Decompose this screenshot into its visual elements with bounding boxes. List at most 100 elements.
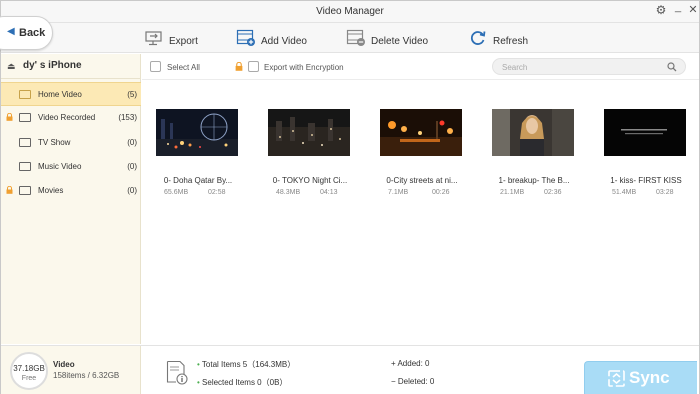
video-card[interactable]: 1- kiss- FIRST KISS 51.4MB 03:28 <box>590 109 700 199</box>
sidebar-item-tv-show[interactable]: TV Show (0) <box>1 131 141 155</box>
sidebar-item-label: TV Show <box>38 138 71 147</box>
total-items-text: Total Items 5（164.3MB） <box>201 360 296 369</box>
delete-video-label: Delete Video <box>371 36 429 47</box>
back-label: Back <box>19 27 46 39</box>
deleted-count: − Deleted: 0 <box>391 377 434 386</box>
export-icon <box>144 29 164 47</box>
movies-icon <box>19 186 31 195</box>
lock-icon <box>6 186 13 194</box>
sidebar-item-label: Music Video <box>38 162 82 171</box>
video-title: 1- kiss- FIRST KISS <box>610 176 682 185</box>
video-size: 48.3MB <box>276 189 301 196</box>
video-title: 0-City streets at ni... <box>386 176 458 185</box>
back-arrow-icon: ◀ <box>7 26 15 37</box>
select-all-checkbox[interactable] <box>150 61 161 72</box>
tv-show-icon <box>19 138 31 147</box>
back-button[interactable]: ◀ Back <box>0 16 53 50</box>
select-all-label: Select All <box>167 63 200 72</box>
info-document-icon <box>166 360 188 385</box>
sidebar-item-count: (5) <box>127 90 137 99</box>
storage-ring: 37.18GB Free <box>10 352 48 390</box>
video-size: 21.1MB <box>500 189 525 196</box>
video-card[interactable]: 0- Doha Qatar By... 65.6MB 02:58 <box>142 109 254 199</box>
sidebar-item-count: (153) <box>118 113 137 122</box>
status-dot-icon: • <box>197 360 200 369</box>
device-name: dy' s iPhone <box>23 60 82 71</box>
home-video-icon <box>19 90 31 99</box>
add-video-icon <box>236 29 256 47</box>
refresh-label: Refresh <box>493 36 529 47</box>
device-header[interactable]: ⏏ dy' s iPhone <box>1 54 141 79</box>
sidebar-item-video-recorded[interactable]: Video Recorded (153) <box>1 106 141 130</box>
plus-icon: + <box>391 359 396 368</box>
sync-button[interactable]: Sync <box>584 361 697 394</box>
sidebar-item-home-video[interactable]: Home Video (5) <box>1 82 141 106</box>
add-video-label: Add Video <box>261 36 307 47</box>
sync-label: Sync <box>629 368 670 387</box>
eject-icon[interactable]: ⏏ <box>7 61 16 72</box>
video-title: 0- Doha Qatar By... <box>163 176 233 185</box>
sidebar-item-label: Video Recorded <box>38 113 96 122</box>
storage-free-label: Free <box>21 375 37 382</box>
storage-panel: 37.18GB Free Video 158items / 6.32GB <box>1 346 141 394</box>
sidebar-item-count: (0) <box>127 186 137 195</box>
video-duration: 03:28 <box>656 189 674 196</box>
storage-free-value: 37.18GB <box>13 364 45 373</box>
video-thumbnail[interactable] <box>268 109 350 156</box>
sidebar-item-music-video[interactable]: Music Video (0) <box>1 155 141 179</box>
sidebar-item-count: (0) <box>127 162 137 171</box>
video-title: 1- breakup- The B... <box>498 176 570 185</box>
search-icon[interactable] <box>667 62 677 72</box>
refresh-button[interactable]: Refresh <box>468 26 528 50</box>
video-duration: 00:26 <box>432 189 450 196</box>
lock-icon <box>6 113 13 121</box>
export-button[interactable]: Export <box>144 26 198 50</box>
video-card[interactable]: 0-City streets at ni... 7.1MB 00:26 <box>366 109 478 199</box>
sidebar-item-movies[interactable]: Movies (0) <box>1 179 141 203</box>
music-video-icon <box>19 162 31 171</box>
sidebar: ⏏ dy' s iPhone Home Video (5) Video Reco… <box>1 54 141 344</box>
video-card[interactable]: 1- breakup- The B... 21.1MB 02:36 <box>478 109 590 199</box>
sync-icon <box>608 370 625 387</box>
lock-icon <box>235 62 243 71</box>
added-count: + Added: 0 <box>391 359 429 368</box>
total-items: • Total Items 5（164.3MB） <box>197 359 295 370</box>
add-video-button[interactable]: Add Video <box>236 26 307 50</box>
app-window: Video Manager ⚙ _ ✕ Export Add Video Del… <box>0 0 700 394</box>
selected-items-text: Selected Items 0（0B） <box>202 378 288 387</box>
search-input[interactable]: Search <box>492 58 686 75</box>
export-label: Export <box>169 36 198 47</box>
status-footer: 37.18GB Free Video 158items / 6.32GB • T… <box>1 345 699 394</box>
export-encryption-checkbox[interactable] <box>248 61 259 72</box>
video-grid: 0- Doha Qatar By... 65.6MB 02:58 0- TOKY… <box>142 81 699 344</box>
action-bar: Select All Export with Encryption Search <box>142 54 699 80</box>
close-icon[interactable]: ✕ <box>687 3 699 16</box>
video-thumbnail[interactable] <box>492 109 574 156</box>
sidebar-item-label: Home Video <box>38 90 82 99</box>
video-duration: 02:58 <box>208 189 226 196</box>
sidebar-item-label: Movies <box>38 186 64 195</box>
video-duration: 04:13 <box>320 189 338 196</box>
minimize-icon[interactable]: _ <box>672 1 684 13</box>
video-thumbnail[interactable] <box>156 109 238 156</box>
video-card[interactable]: 0- TOKYO Night Ci... 48.3MB 04:13 <box>254 109 366 199</box>
settings-gear-icon[interactable]: ⚙ <box>655 3 667 17</box>
refresh-icon <box>468 29 488 47</box>
video-thumbnail[interactable] <box>604 109 686 156</box>
status-dot-icon: • <box>197 378 200 387</box>
title-bar: Video Manager ⚙ _ ✕ <box>1 1 699 23</box>
selected-items: • Selected Items 0（0B） <box>197 377 287 388</box>
storage-detail: 158items / 6.32GB <box>53 371 120 380</box>
delete-video-icon <box>346 29 366 47</box>
sidebar-item-count: (0) <box>127 138 137 147</box>
video-title: 0- TOKYO Night Ci... <box>272 176 348 185</box>
added-text: Added: 0 <box>397 359 430 368</box>
window-title: Video Manager <box>316 6 384 17</box>
minus-icon: − <box>391 377 396 386</box>
video-size: 65.6MB <box>164 189 189 196</box>
search-placeholder: Search <box>502 63 528 72</box>
video-thumbnail[interactable] <box>380 109 462 156</box>
video-duration: 02:36 <box>544 189 562 196</box>
video-size: 51.4MB <box>612 189 637 196</box>
delete-video-button[interactable]: Delete Video <box>346 26 428 50</box>
